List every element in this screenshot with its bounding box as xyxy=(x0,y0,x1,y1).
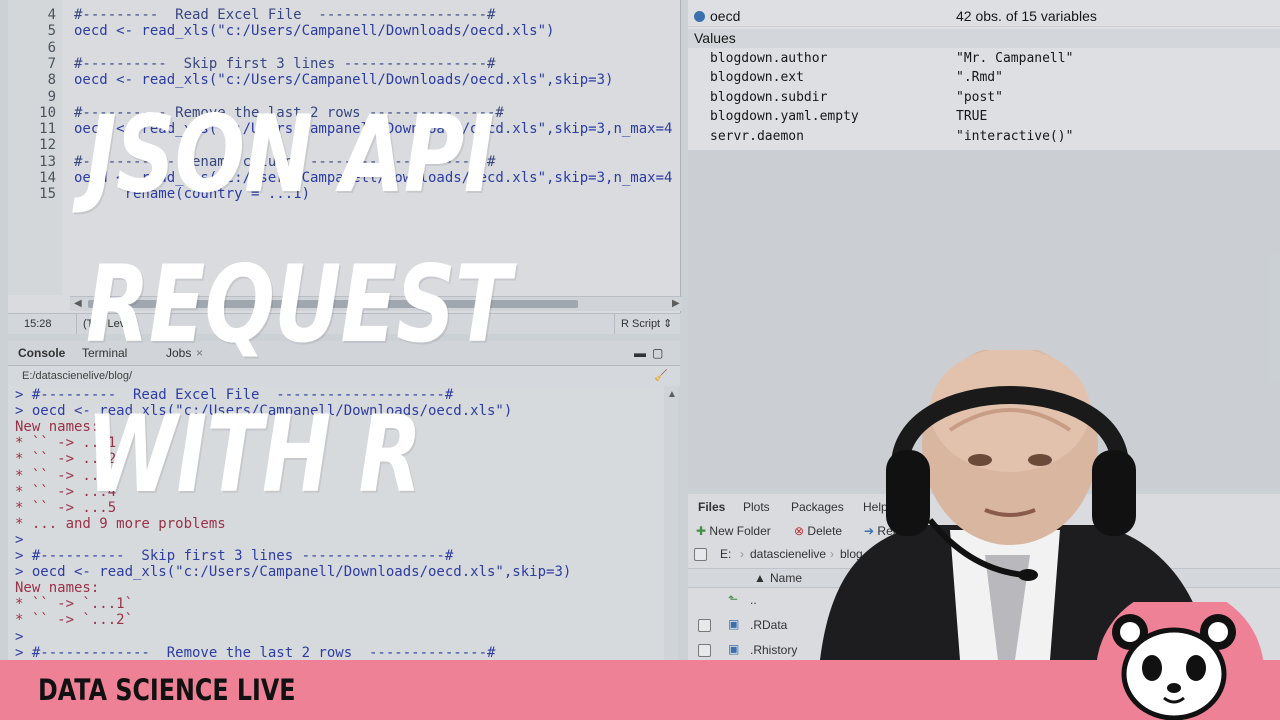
env-data-row[interactable]: oecd 42 obs. of 15 variables xyxy=(688,7,1280,27)
expand-icon[interactable] xyxy=(694,11,705,22)
line-number: 6 xyxy=(47,39,56,56)
breadcrumb-drive[interactable]: E: xyxy=(720,547,731,561)
tab-files[interactable]: Files xyxy=(698,500,725,514)
env-value-row[interactable]: blogdown.author "Mr. Campanell" xyxy=(688,49,1280,68)
channel-name: DATA SCIENCE LIVE xyxy=(38,673,296,707)
new-folder-label: New Folder xyxy=(709,524,771,538)
line-number: 10 xyxy=(39,104,56,121)
title-line-2: REQUEST xyxy=(86,243,511,366)
scroll-left-icon[interactable]: ◀ xyxy=(74,297,82,311)
new-folder-icon: ✚ xyxy=(696,524,707,538)
env-value-name: servr.daemon xyxy=(710,128,804,144)
line-number: 14 xyxy=(39,170,56,186)
scroll-right-icon[interactable]: ▶ xyxy=(672,297,680,311)
title-line-3: WITH R xyxy=(86,393,422,516)
sort-ascending-icon: ▲ xyxy=(754,571,766,585)
env-value-value: "post" xyxy=(956,89,1003,105)
breadcrumb-separator: › xyxy=(740,547,744,561)
env-value-name: blogdown.author xyxy=(710,51,828,66)
name-column-label[interactable]: Name xyxy=(770,571,802,585)
working-directory[interactable]: E:/datascienelive/blog/ xyxy=(22,366,132,386)
values-header-label: Values xyxy=(694,30,736,46)
env-value-row[interactable]: blogdown.ext ".Rmd" xyxy=(688,68,1280,87)
code-line[interactable]: oecd <- read_xls("c:/Users/Campanell/Dow… xyxy=(74,72,613,88)
console-line: > #---------- Skip first 3 lines -------… xyxy=(15,548,454,564)
line-number: 13 xyxy=(39,153,56,170)
code-line[interactable]: #---------- Skip first 3 lines ---------… xyxy=(74,56,495,72)
cursor-position: 15:28 xyxy=(24,318,52,330)
console-path: E:/datascienelive/blog/ 🧹 xyxy=(8,366,680,386)
console-line: * `` -> `...1` xyxy=(15,596,134,613)
clear-console-icon[interactable]: 🧹 xyxy=(654,366,668,386)
panda-logo-icon xyxy=(1096,602,1264,720)
line-number: 9 xyxy=(47,88,56,105)
env-values-header: Values xyxy=(688,29,1280,48)
maximize-icon[interactable]: ▢ xyxy=(652,345,663,361)
line-number: 5 xyxy=(47,23,56,40)
line-number: 7 xyxy=(47,55,56,72)
env-value-value: "interactive()" xyxy=(956,128,1074,144)
env-value-name: blogdown.ext xyxy=(710,70,804,86)
console-line: * `` -> `...2` xyxy=(15,612,134,629)
scroll-up-icon[interactable]: ▲ xyxy=(667,388,677,402)
line-number: 8 xyxy=(47,72,56,89)
line-number: 4 xyxy=(47,7,56,23)
code-line[interactable]: #--------- Read Excel File -------------… xyxy=(74,7,495,23)
env-value-value: TRUE xyxy=(956,109,988,125)
line-number: 11 xyxy=(39,121,56,138)
tab-console[interactable]: Console xyxy=(18,345,65,361)
file-name[interactable]: .. xyxy=(750,593,757,607)
line-number-gutter: 4 5 6 7 8 9 10 11 12 13 14 15 xyxy=(8,0,62,295)
env-value-row[interactable]: blogdown.subdir "post" xyxy=(688,88,1280,107)
new-folder-button[interactable]: ✚ New Folder xyxy=(696,524,771,538)
env-value-value: ".Rmd" xyxy=(956,70,1003,86)
code-line[interactable]: oecd <- read_xls("c:/Users/Campanell/Dow… xyxy=(74,23,554,39)
console-line: > oecd <- read_xls("c:/Users/Campanell/D… xyxy=(15,564,572,581)
env-data-value: 42 obs. of 15 variables xyxy=(956,8,1097,24)
line-number: 12 xyxy=(39,137,56,154)
title-line-1: JSON API xyxy=(86,93,494,216)
console-line: > #------------- Remove the last 2 rows … xyxy=(15,644,496,660)
file-checkbox[interactable] xyxy=(698,644,711,657)
minimize-icon[interactable]: ▬ xyxy=(634,345,646,361)
up-folder-icon: ⬑ xyxy=(728,592,739,606)
select-all-checkbox[interactable] xyxy=(694,548,707,561)
env-value-name: blogdown.yaml.empty xyxy=(710,109,859,125)
environment-pane: oecd 42 obs. of 15 variables Values blog… xyxy=(688,0,1280,150)
console-line: > xyxy=(15,531,24,548)
rhistory-file-icon: ▣ xyxy=(728,642,740,656)
file-checkbox[interactable] xyxy=(698,619,711,632)
file-name[interactable]: .Rhistory xyxy=(750,643,797,657)
env-data-name: oecd xyxy=(710,8,741,24)
console-vertical-scrollbar[interactable]: ▲ xyxy=(664,386,678,660)
env-value-value: "Mr. Campanell" xyxy=(956,51,1074,66)
console-line: > xyxy=(15,628,24,645)
filetype-selector[interactable]: R Script ⇕ xyxy=(614,314,672,334)
tab-plots[interactable]: Plots xyxy=(743,500,770,514)
console-line: New names: xyxy=(15,580,100,597)
line-number: 15 xyxy=(39,186,56,203)
env-value-row[interactable]: blogdown.yaml.empty TRUE xyxy=(688,107,1280,126)
file-name[interactable]: .RData xyxy=(750,618,787,632)
console-line: * ... and 9 more problems xyxy=(15,515,226,532)
env-value-row[interactable]: servr.daemon "interactive()" xyxy=(688,127,1280,146)
env-value-name: blogdown.subdir xyxy=(710,89,828,105)
rdata-file-icon: ▣ xyxy=(728,617,740,631)
filetype-label: R Script xyxy=(621,318,661,330)
